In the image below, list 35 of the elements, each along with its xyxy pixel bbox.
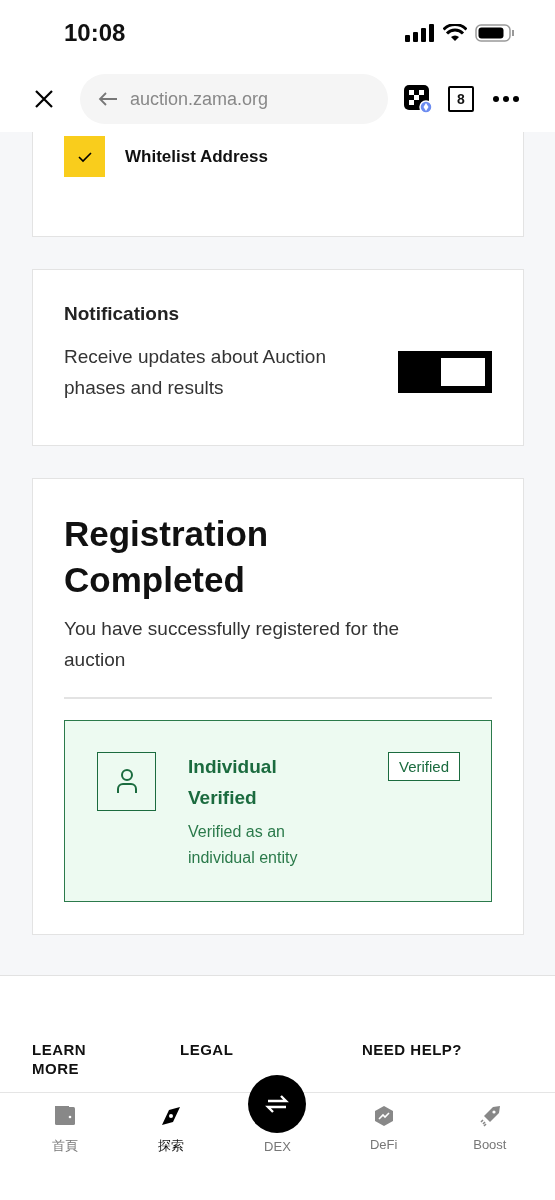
signal-icon <box>405 24 435 42</box>
footer-heading: LEARN MORE <box>32 1039 88 1078</box>
tab-count-button[interactable]: 8 <box>448 86 474 112</box>
checkbox-label: Whitelist Address <box>125 146 268 167</box>
app-logo-icon <box>404 85 432 113</box>
wifi-icon <box>443 24 467 42</box>
message-text: You have successfully registered for the auction <box>64 617 401 672</box>
tab-bar-item[interactable]: 探索 <box>131 1093 212 1200</box>
footer-heading: NEED HELP? <box>362 1039 462 1059</box>
footer-heading: LEGAL <box>180 1039 235 1059</box>
person-icon <box>115 768 138 794</box>
rocket-icon <box>478 1105 501 1127</box>
url-text: auction.zama.org <box>130 88 269 110</box>
status-time: 10:08 <box>64 19 126 47</box>
checkbox[interactable] <box>64 136 105 177</box>
address-bar[interactable]: auction.zama.org <box>80 74 388 124</box>
wallet-icon <box>54 1105 77 1127</box>
heading: Registration Completed <box>64 513 270 601</box>
toggle-switch[interactable] <box>398 351 492 393</box>
compass-icon <box>160 1105 183 1127</box>
section-title: Notifications <box>64 303 181 325</box>
more-icon <box>492 95 520 103</box>
verification-description: Verified as an individual entity <box>188 821 299 868</box>
description-text: Receive updates about Auction phases and results <box>64 345 327 400</box>
check-icon <box>76 150 93 163</box>
back-arrow-icon <box>98 91 118 107</box>
tab-bar-item[interactable]: Boost <box>449 1093 530 1200</box>
tab-bar-item[interactable]: 首頁 <box>25 1093 106 1200</box>
battery-icon <box>475 24 515 42</box>
close-icon <box>34 89 54 109</box>
tab-bar-item[interactable]: DeFi <box>343 1093 424 1200</box>
verification-title: Individual Verified <box>188 754 278 810</box>
status-badge: Verified <box>387 751 460 781</box>
tab-bar-item[interactable]: DEX <box>237 1075 318 1200</box>
hexagon-icon <box>372 1105 395 1127</box>
